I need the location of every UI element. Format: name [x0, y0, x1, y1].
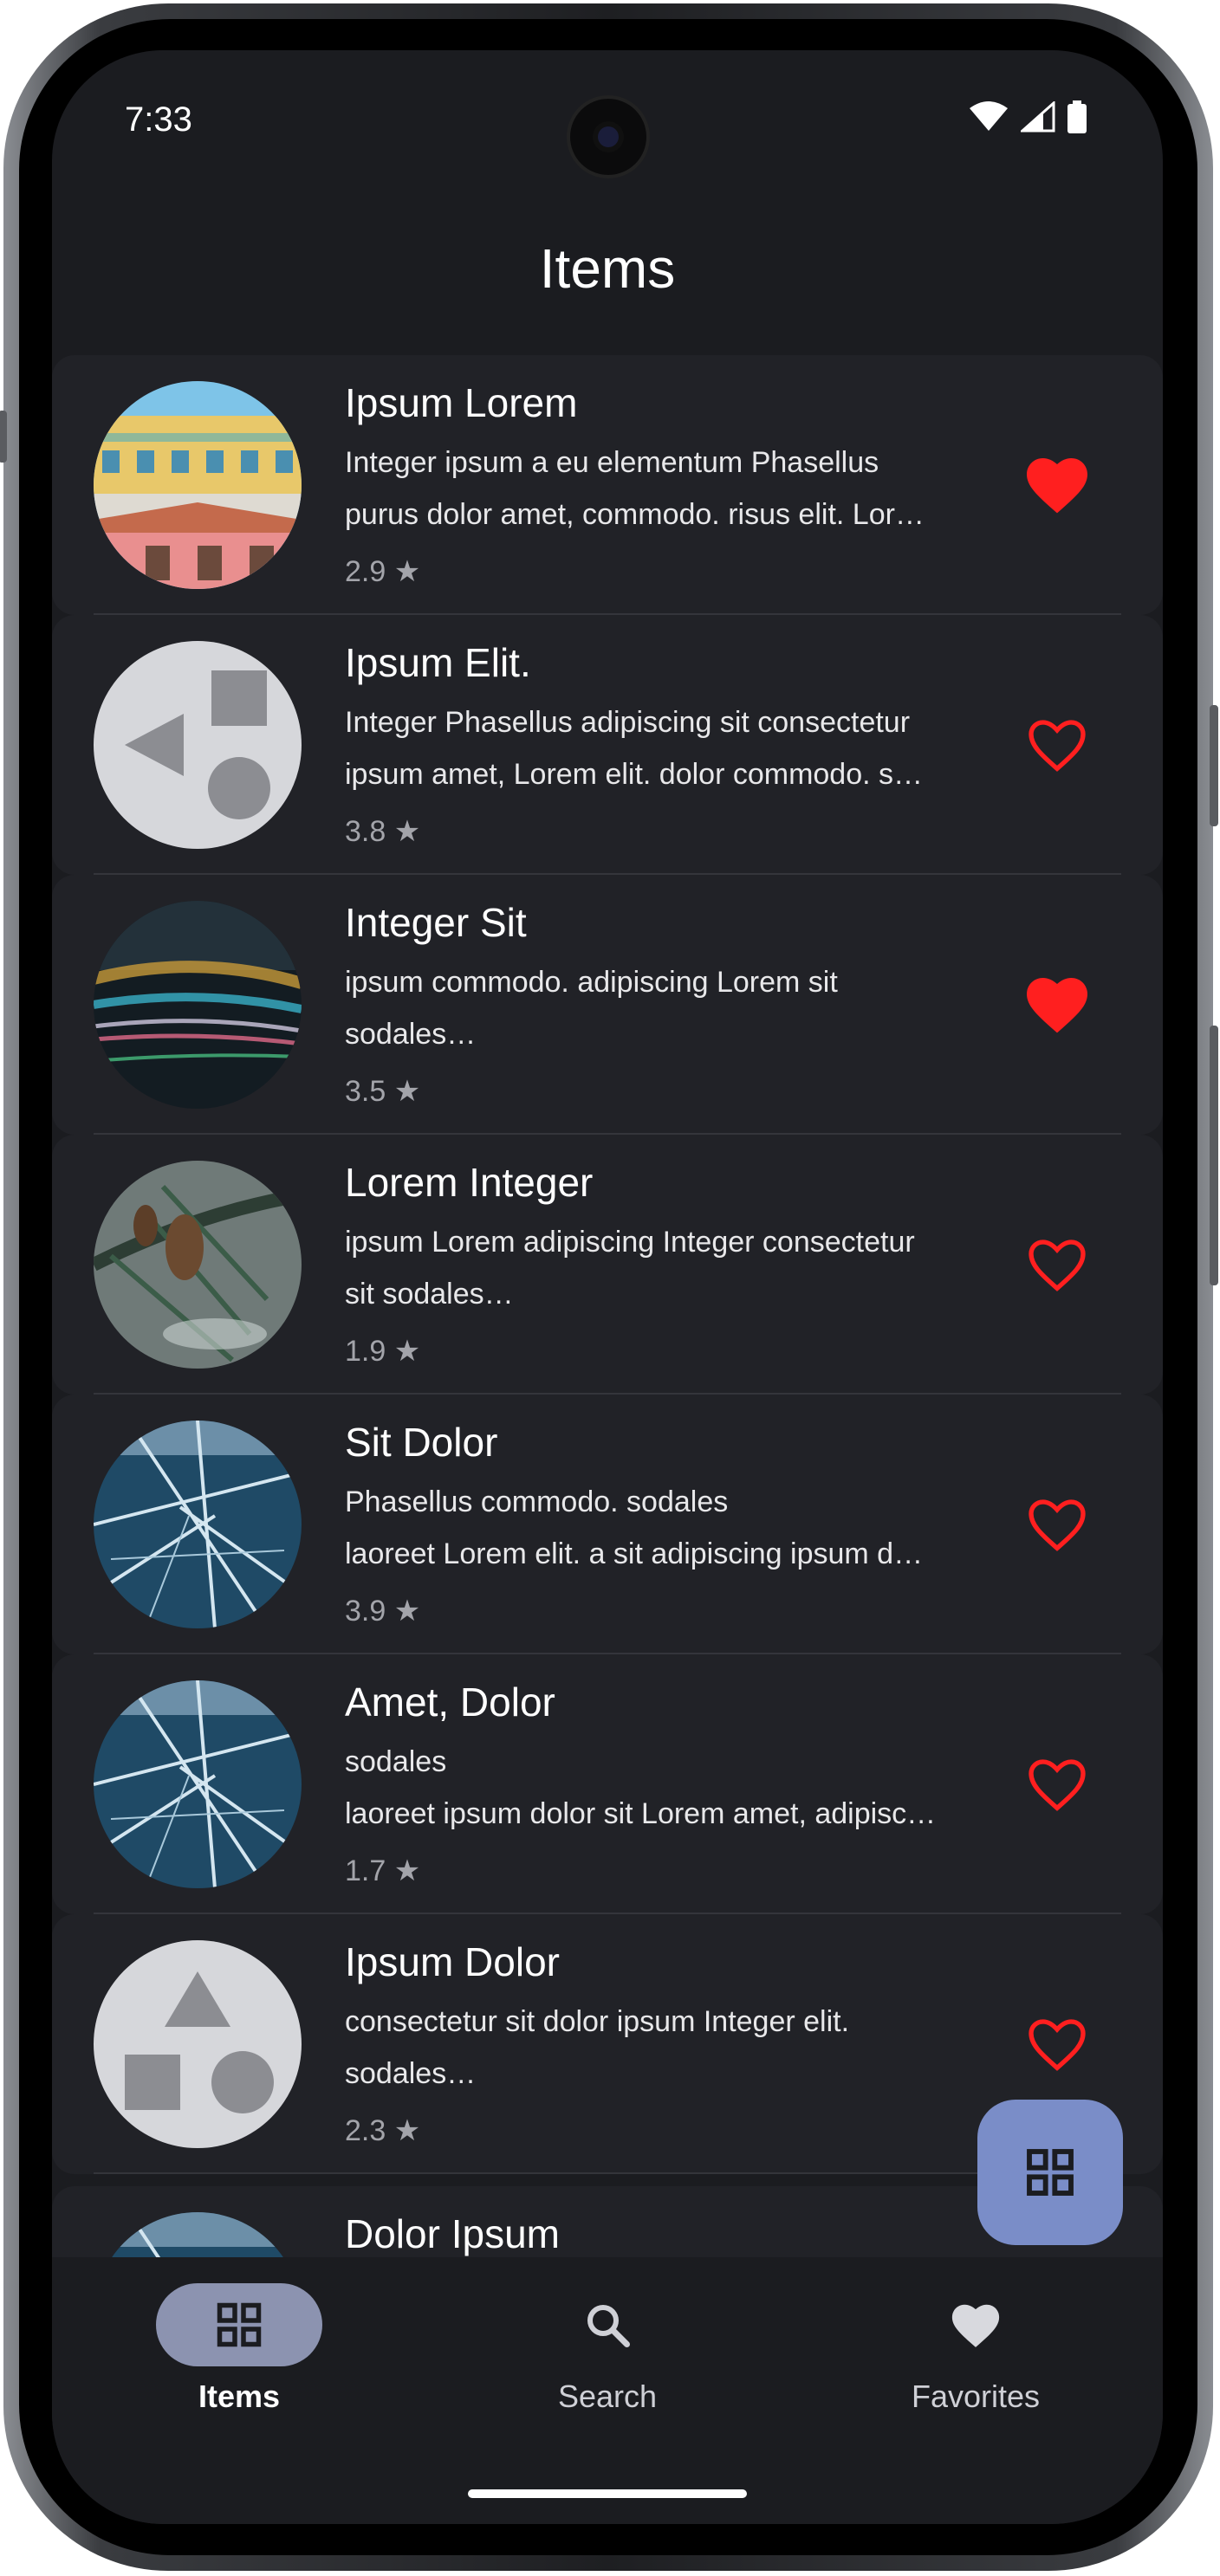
nav-active-indicator	[156, 2283, 322, 2366]
item-name: Ipsum Lorem	[345, 380, 578, 425]
item-rating: 2.9 ★	[345, 555, 421, 588]
item-thumbnail	[94, 1421, 302, 1628]
item-thumbnail	[94, 1161, 302, 1369]
item-name: Dolor Ipsum	[345, 2211, 560, 2256]
item-name: Ipsum Dolor	[345, 1939, 560, 1984]
item-rating: 3.5 ★	[345, 1075, 421, 1108]
nav-search-label: Search	[557, 2379, 658, 2414]
item-rating: 3.8 ★	[345, 815, 421, 848]
grid-icon	[217, 2302, 262, 2347]
list-item[interactable]: Ipsum Lorem Integer ipsum a eu elementum…	[52, 355, 1163, 615]
heart-icon	[951, 2304, 1000, 2347]
item-description: Integer ipsum a eu elementum Phasellus p…	[345, 446, 925, 531]
placeholder-shapes-icon	[94, 1940, 302, 2148]
page-title: Items	[539, 237, 676, 300]
item-thumbnail	[94, 381, 302, 589]
list-item[interactable]: Integer Sit ipsum commodo. adipiscing Lo…	[52, 875, 1163, 1135]
item-name: Integer Sit	[345, 900, 527, 945]
grid-icon	[1027, 2149, 1074, 2196]
battery-icon	[1068, 100, 1087, 133]
divider	[94, 2172, 1121, 2174]
item-rating: 2.3 ★	[345, 2114, 421, 2147]
volume-button	[1210, 1026, 1218, 1285]
power-button	[1210, 705, 1218, 826]
item-description: ipsum commodo. adipiscing Lorem sit soda…	[345, 966, 838, 1051]
status-bar: 7:33	[52, 50, 1163, 189]
nav-search[interactable]: Search	[477, 2283, 737, 2415]
wifi-icon	[970, 101, 1008, 131]
side-button	[0, 411, 7, 463]
item-description: Integer Phasellus adipiscing sit consect…	[345, 706, 924, 791]
list-item[interactable]: Amet, Dolor sodales laoreet ipsum dolor …	[52, 1654, 1163, 1914]
item-name: Ipsum Elit.	[345, 640, 531, 685]
favorite-outline-icon[interactable]	[1022, 1751, 1092, 1815]
list-item[interactable]: Lorem Integer ipsum Lorem adipiscing Int…	[52, 1135, 1163, 1395]
status-icons	[969, 100, 1087, 133]
item-description: Phasellus commodo. sodales laoreet Lorem…	[345, 1485, 924, 1570]
favorite-outline-icon[interactable]	[1022, 712, 1092, 776]
favorite-outline-icon[interactable]	[1022, 2011, 1092, 2075]
screen: 7:33 Items Ipsum Lorem Integer ipsum a e…	[52, 50, 1163, 2524]
item-rating: 3.9 ★	[345, 1595, 421, 1628]
nav-favorites[interactable]: Favorites	[846, 2283, 1106, 2415]
item-name: Amet, Dolor	[345, 1680, 555, 1725]
signal-icon	[1021, 101, 1055, 133]
item-rating: 1.9 ★	[345, 1335, 421, 1368]
search-icon	[587, 2305, 630, 2347]
nav-items[interactable]: Items	[109, 2283, 369, 2415]
favorite-outline-icon[interactable]	[1022, 1232, 1092, 1296]
item-description: consectetur sit dolor ipsum Integer elit…	[345, 2005, 850, 2090]
favorite-filled-icon[interactable]	[1022, 972, 1092, 1036]
item-description: ipsum Lorem adipiscing Integer consectet…	[345, 1226, 915, 1311]
nav-favorites-icon-wrap	[892, 2283, 1059, 2366]
item-description: sodales laoreet ipsum dolor sit Lorem am…	[345, 1745, 937, 1830]
status-time: 7:33	[125, 100, 192, 139]
front-camera	[567, 95, 650, 178]
item-name: Sit Dolor	[345, 1420, 498, 1465]
favorite-outline-icon[interactable]	[1022, 1492, 1092, 1556]
nav-favorites-label: Favorites	[911, 2379, 1041, 2414]
item-name: Lorem Integer	[345, 1160, 594, 1205]
nav-items-label: Items	[198, 2379, 281, 2414]
nav-search-icon-wrap	[524, 2283, 691, 2366]
grid-view-fab[interactable]	[977, 2100, 1123, 2245]
item-rating: 1.7 ★	[345, 1854, 421, 1887]
item-thumbnail	[94, 2212, 302, 2264]
item-thumbnail	[94, 901, 302, 1109]
item-thumbnail	[94, 1680, 302, 1888]
bottom-navigation: Items Search Favorites	[52, 2257, 1163, 2524]
list-item[interactable]: Ipsum Elit. Integer Phasellus adipiscing…	[52, 615, 1163, 875]
list-item[interactable]: Sit Dolor Phasellus commodo. sodales lao…	[52, 1395, 1163, 1654]
home-indicator	[468, 2489, 747, 2498]
placeholder-shapes-icon	[94, 641, 302, 849]
favorite-filled-icon[interactable]	[1022, 452, 1092, 516]
